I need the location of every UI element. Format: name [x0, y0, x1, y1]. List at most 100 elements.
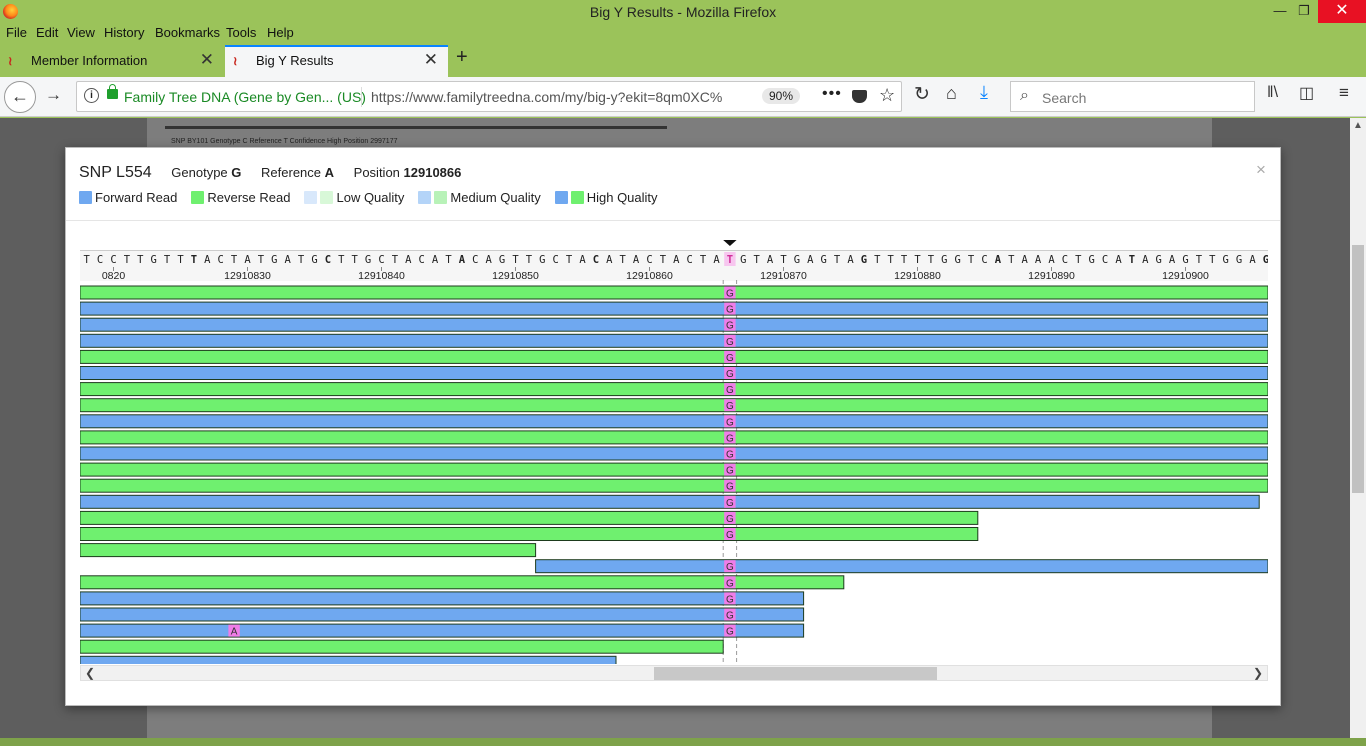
menu-tools[interactable]: Tools — [226, 25, 256, 40]
reference-base: T — [231, 254, 238, 266]
aligned-read — [80, 446, 1268, 461]
site-identity[interactable]: Family Tree DNA (Gene by Gen... (US) — [124, 89, 366, 105]
reference-base: T — [512, 254, 519, 266]
horizontal-scrollbar[interactable]: ❮ ❯ — [80, 665, 1268, 681]
page-scrollbar[interactable]: ▲ — [1350, 118, 1366, 746]
aligned-read — [80, 285, 1268, 300]
scroll-right-icon[interactable]: ❯ — [1253, 666, 1263, 680]
search-icon: ⌕ — [1020, 87, 1029, 104]
reference-base: C — [378, 254, 384, 266]
genotype-value: G — [231, 165, 242, 180]
snp-call-base: G — [726, 594, 734, 605]
scroll-left-icon[interactable]: ❮ — [85, 666, 95, 680]
reference-base: A — [673, 254, 680, 266]
back-button[interactable]: ← — [4, 81, 36, 113]
aligned-read — [80, 333, 1268, 348]
reference-base: C — [110, 254, 116, 266]
aligned-read — [80, 494, 1260, 509]
snp-call-base: G — [726, 385, 734, 396]
menu-history[interactable]: History — [104, 25, 144, 40]
snp-marker-icon — [723, 240, 737, 246]
reference-field: Reference A — [261, 165, 334, 180]
sidebar-icon[interactable]: ◫ — [1299, 83, 1314, 103]
reference-base: T — [526, 254, 533, 266]
menu-view[interactable]: View — [67, 25, 95, 40]
search-box[interactable]: ⌕ Search — [1010, 81, 1255, 112]
reference-base: T — [780, 254, 787, 266]
ruler-tick-label: 12910890 — [1028, 270, 1075, 282]
reference-base: T — [137, 254, 144, 266]
menu-file[interactable]: File — [6, 25, 27, 40]
reference-base: T — [258, 254, 265, 266]
close-tab-icon[interactable]: ✕ — [424, 50, 438, 70]
close-window-button[interactable]: ✕ — [1318, 0, 1366, 23]
url-bar[interactable]: i Family Tree DNA (Gene by Gen... (US) h… — [76, 81, 902, 112]
reference-base: G — [794, 254, 800, 266]
snp-call-base: G — [726, 562, 734, 573]
aligned-read — [80, 462, 1268, 477]
new-tab-button[interactable]: + — [456, 46, 468, 69]
reference-value: A — [324, 165, 335, 180]
genotype-label: Genotype — [171, 165, 228, 180]
snp-call-base: G — [726, 353, 734, 364]
info-icon[interactable]: i — [84, 88, 99, 103]
reference-base: G — [1156, 254, 1162, 266]
snp-call-base: G — [726, 369, 734, 380]
pocket-icon[interactable] — [852, 90, 867, 103]
reference-base: A — [1035, 254, 1042, 266]
legend-item: Low Quality — [304, 190, 404, 205]
reference-base: T — [164, 254, 171, 266]
scrollbar-thumb[interactable] — [1352, 245, 1364, 493]
home-icon[interactable]: ⌂ — [946, 83, 957, 104]
menu-bookmarks[interactable]: Bookmarks — [155, 25, 220, 40]
legend-label: Medium Quality — [450, 190, 541, 205]
scrollbar-thumb[interactable] — [654, 667, 937, 680]
reference-base: T — [834, 254, 841, 266]
reference-base: A — [204, 254, 211, 266]
reference-base: C — [981, 254, 987, 266]
scroll-up-icon[interactable]: ▲ — [1353, 120, 1363, 131]
snp-call-base: G — [726, 305, 734, 316]
close-dialog-button[interactable]: × — [1256, 160, 1266, 180]
reference-base: G — [941, 254, 947, 266]
zoom-level[interactable]: 90% — [762, 88, 801, 104]
library-icon[interactable]: ‖\ — [1267, 84, 1278, 102]
aligned-read — [80, 639, 724, 654]
reference-base: G — [955, 254, 961, 266]
legend-label: High Quality — [586, 190, 658, 205]
reference-base: T — [1196, 254, 1203, 266]
reference-base: A — [1169, 254, 1176, 266]
reference-base: C — [553, 254, 559, 266]
ruler-tick-label: 12910860 — [626, 270, 673, 282]
reference-base: A — [459, 254, 466, 266]
menu-icon[interactable]: ≡ — [1339, 83, 1349, 103]
reference-base: A — [1249, 254, 1256, 266]
download-icon[interactable]: ⤓ — [980, 82, 988, 103]
menu-bar: File Edit View History Bookmarks Tools H… — [0, 23, 1366, 43]
tab-big-y-results[interactable]: ≀ Big Y Results ✕ — [225, 45, 448, 77]
snp-call-base: G — [726, 498, 734, 509]
reference-base: T — [727, 254, 733, 266]
tab-member-information[interactable]: ≀ Member Information ✕ — [0, 45, 224, 77]
genotype-field: Genotype G — [171, 165, 241, 180]
taskbar — [0, 738, 1366, 746]
close-tab-icon[interactable]: ✕ — [200, 50, 214, 70]
reference-base: T — [700, 254, 707, 266]
page-actions-icon[interactable]: ••• — [822, 85, 842, 103]
reload-icon[interactable]: ↻ — [914, 83, 930, 106]
legend-swatch — [418, 191, 432, 204]
reference-base: A — [995, 254, 1002, 266]
legend-swatch — [554, 191, 568, 204]
menu-help[interactable]: Help — [267, 25, 294, 40]
aligned-read — [80, 398, 1268, 413]
menu-edit[interactable]: Edit — [36, 25, 58, 40]
reference-base: T — [392, 254, 399, 266]
reference-base: G — [1223, 254, 1229, 266]
aligned-read — [80, 414, 1268, 429]
bookmark-star-icon[interactable]: ☆ — [879, 85, 895, 106]
read-alignment-viewer[interactable]: TCCTTGTTTACTATGATGCTTGCTACATACAGTTGCTACA… — [80, 236, 1268, 664]
forward-button[interactable]: → — [45, 85, 62, 105]
restore-button[interactable]: ❐ — [1289, 0, 1319, 23]
url-text[interactable]: https://www.familytreedna.com/my/big-y?e… — [371, 89, 722, 105]
lock-icon — [107, 84, 118, 99]
